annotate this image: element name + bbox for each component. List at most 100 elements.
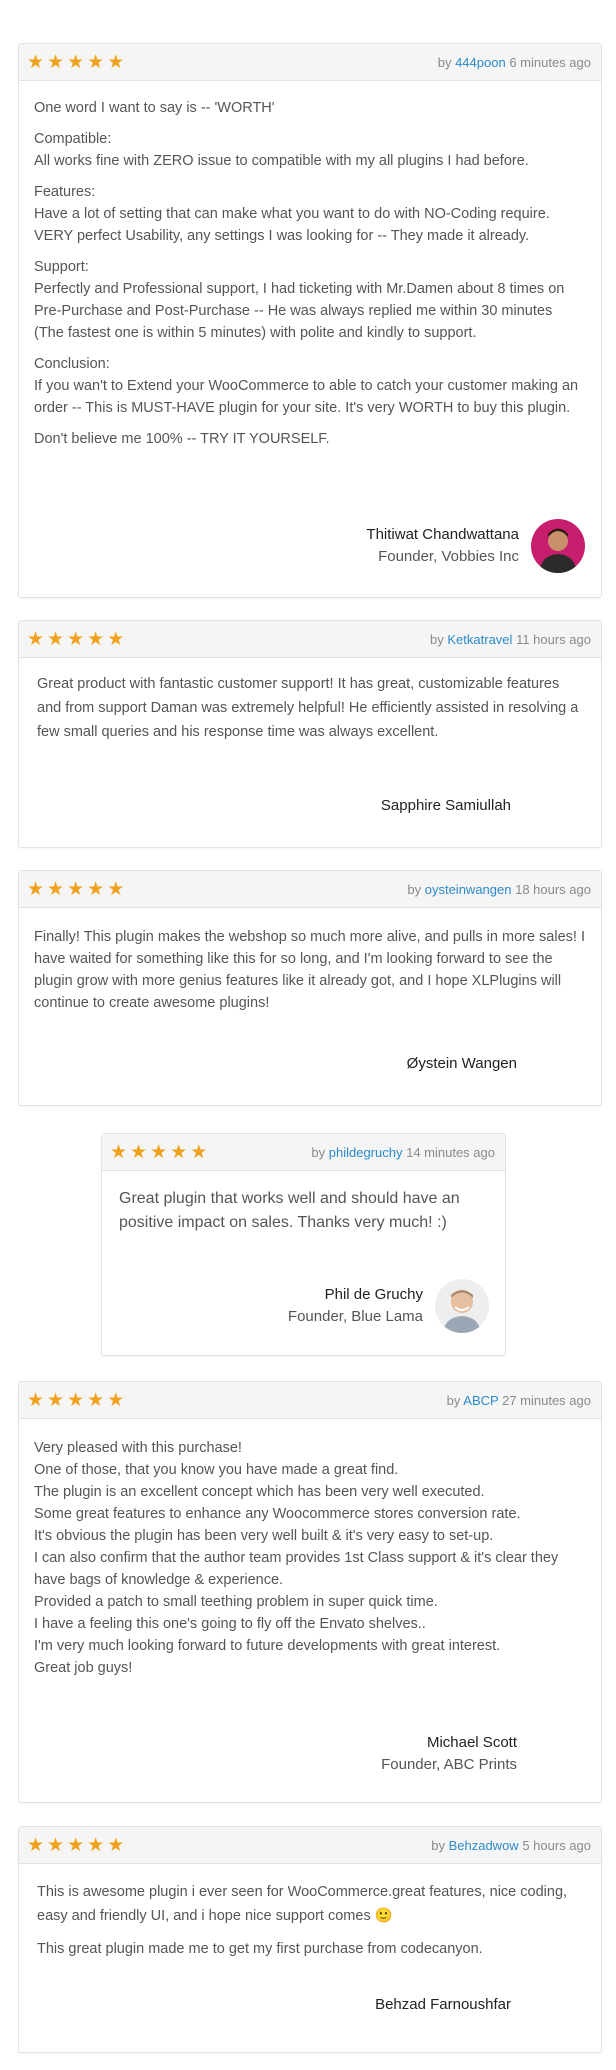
review-header: ★ ★ ★ ★ ★ by Ketkatravel 11 hours ago — [19, 621, 601, 658]
star-icon: ★ — [130, 1141, 148, 1163]
star-icon: ★ — [107, 1834, 125, 1856]
review-paragraph: Features: Have a lot of setting that can… — [34, 184, 550, 244]
review-paragraph: Support: Perfectly and Professional supp… — [34, 259, 565, 341]
author-link[interactable]: 444poon — [455, 55, 506, 70]
review-time: 18 hours ago — [515, 881, 591, 897]
star-icon: ★ — [27, 51, 45, 73]
review-time: 11 hours ago — [516, 631, 591, 647]
review-time: 6 minutes ago — [509, 54, 591, 70]
review-card: ★ ★ ★ ★ ★ by 444poon 6 minutes ago One word … — [18, 43, 602, 598]
review-meta: by Ketkatravel 11 hours ago — [430, 632, 591, 647]
review-paragraph: Finally! This plugin makes the webshop s… — [34, 929, 585, 1011]
review-text: One word I want to say is -- 'WORTH' Com… — [19, 81, 601, 450]
star-icon: ★ — [67, 628, 85, 650]
star-icon: ★ — [107, 51, 125, 73]
star-icon: ★ — [107, 878, 125, 900]
star-icon: ★ — [107, 628, 125, 650]
review-text: Great product with fantastic customer su… — [19, 658, 601, 744]
review-card: ★ ★ ★ ★ ★ by ABCP 27 minutes ago Very please… — [18, 1381, 602, 1803]
review-text: Finally! This plugin makes the webshop s… — [19, 908, 601, 1014]
star-rating: ★ ★ ★ ★ ★ — [27, 880, 124, 899]
review-card: ★ ★ ★ ★ ★ by phildegruchy 14 minutes ago Gre… — [101, 1133, 506, 1356]
star-icon: ★ — [47, 1834, 65, 1856]
review-meta: by ABCP 27 minutes ago — [447, 1393, 591, 1408]
author-link[interactable]: phildegruchy — [329, 1145, 403, 1160]
star-icon: ★ — [47, 51, 65, 73]
review-paragraph: Compatible: All works fine with ZERO iss… — [34, 131, 529, 169]
star-rating: ★ ★ ★ ★ ★ — [27, 630, 124, 649]
signature-title: Founder, Vobbies Inc — [378, 548, 519, 565]
signature: Sapphire Samiullah — [381, 795, 511, 817]
signature-name: Phil de Gruchy — [324, 1286, 423, 1303]
star-icon: ★ — [67, 1834, 85, 1856]
signature: Phil de Gruchy Founder, Blue Lama — [288, 1279, 489, 1333]
review-header: ★ ★ ★ ★ ★ by 444poon 6 minutes ago — [19, 44, 601, 81]
star-icon: ★ — [47, 628, 65, 650]
review-paragraph: One word I want to say is -- 'WORTH' — [34, 100, 275, 116]
star-icon: ★ — [47, 1389, 65, 1411]
review-header: ★ ★ ★ ★ ★ by ABCP 27 minutes ago — [19, 1382, 601, 1419]
review-paragraph: Great plugin that works well and should … — [119, 1190, 460, 1231]
review-text: Very pleased with this purchase! One of … — [19, 1419, 601, 1679]
star-icon: ★ — [27, 1834, 45, 1856]
review-paragraph: Don't believe me 100% -- TRY IT YOURSELF… — [34, 431, 330, 447]
author-link[interactable]: oysteinwangen — [425, 882, 512, 897]
star-icon: ★ — [47, 878, 65, 900]
signature-name: Michael Scott — [426, 1734, 517, 1751]
signature-name: Øystein Wangen — [406, 1055, 517, 1072]
star-icon: ★ — [67, 1389, 85, 1411]
review-meta: by 444poon 6 minutes ago — [438, 55, 591, 70]
by-label: by — [446, 1392, 461, 1408]
review-header: ★ ★ ★ ★ ★ by phildegruchy 14 minutes ago — [102, 1134, 505, 1171]
review-meta: by phildegruchy 14 minutes ago — [311, 1145, 495, 1160]
review-time: 14 minutes ago — [406, 1144, 495, 1160]
review-meta: by oysteinwangen 18 hours ago — [407, 882, 591, 897]
by-label: by — [430, 631, 444, 647]
star-icon: ★ — [27, 1389, 45, 1411]
star-rating: ★ ★ ★ ★ ★ — [110, 1143, 207, 1162]
review-header: ★ ★ ★ ★ ★ by Behzadwow 5 hours ago — [19, 1827, 601, 1864]
review-text: This is awesome plugin i ever seen for W… — [19, 1864, 601, 1961]
review-paragraph: Very pleased with this purchase! One of … — [34, 1440, 559, 1676]
by-label: by — [311, 1144, 326, 1160]
avatar — [435, 1279, 489, 1333]
signature-title: Founder, Blue Lama — [287, 1308, 423, 1325]
star-icon: ★ — [170, 1141, 188, 1163]
review-card: ★ ★ ★ ★ ★ by oysteinwangen 18 hours ago Fina… — [18, 870, 602, 1106]
review-paragraph: Conclusion: If you wan't to Extend your … — [34, 356, 579, 416]
star-rating: ★ ★ ★ ★ ★ — [27, 1836, 124, 1855]
star-icon: ★ — [27, 628, 45, 650]
review-card: ★ ★ ★ ★ ★ by Behzadwow 5 hours ago This is a… — [18, 1826, 602, 2053]
signature-name: Sapphire Samiullah — [380, 797, 511, 814]
star-icon: ★ — [87, 1389, 105, 1411]
by-label: by — [431, 1837, 445, 1853]
star-icon: ★ — [150, 1141, 168, 1163]
avatar — [531, 519, 585, 573]
star-icon: ★ — [67, 51, 85, 73]
review-time: 5 hours ago — [522, 1837, 591, 1853]
signature: Øystein Wangen — [407, 1053, 517, 1075]
signature-name: Thitiwat Chandwattana — [366, 526, 519, 543]
star-rating: ★ ★ ★ ★ ★ — [27, 1391, 124, 1410]
review-header: ★ ★ ★ ★ ★ by oysteinwangen 18 hours ago — [19, 871, 601, 908]
review-paragraph: Great product with fantastic customer su… — [37, 676, 579, 740]
by-label: by — [437, 54, 452, 70]
star-rating: ★ ★ ★ ★ ★ — [27, 53, 124, 72]
star-icon: ★ — [67, 878, 85, 900]
review-text: Great plugin that works well and should … — [102, 1171, 505, 1235]
star-icon: ★ — [87, 1834, 105, 1856]
star-icon: ★ — [27, 878, 45, 900]
signature-title: Founder, ABC Prints — [381, 1756, 517, 1773]
signature: Michael Scott Founder, ABC Prints — [381, 1732, 517, 1776]
star-icon: ★ — [190, 1141, 208, 1163]
author-link[interactable]: Ketkatravel — [447, 632, 512, 647]
review-time: 27 minutes ago — [502, 1392, 591, 1408]
signature: Thitiwat Chandwattana Founder, Vobbies I… — [366, 519, 585, 573]
signature: Behzad Farnoushfar — [375, 1994, 511, 2016]
star-icon: ★ — [110, 1141, 128, 1163]
review-meta: by Behzadwow 5 hours ago — [431, 1838, 591, 1853]
star-icon: ★ — [87, 51, 105, 73]
star-icon: ★ — [87, 878, 105, 900]
author-link[interactable]: ABCP — [463, 1393, 498, 1408]
author-link[interactable]: Behzadwow — [449, 1838, 519, 1853]
